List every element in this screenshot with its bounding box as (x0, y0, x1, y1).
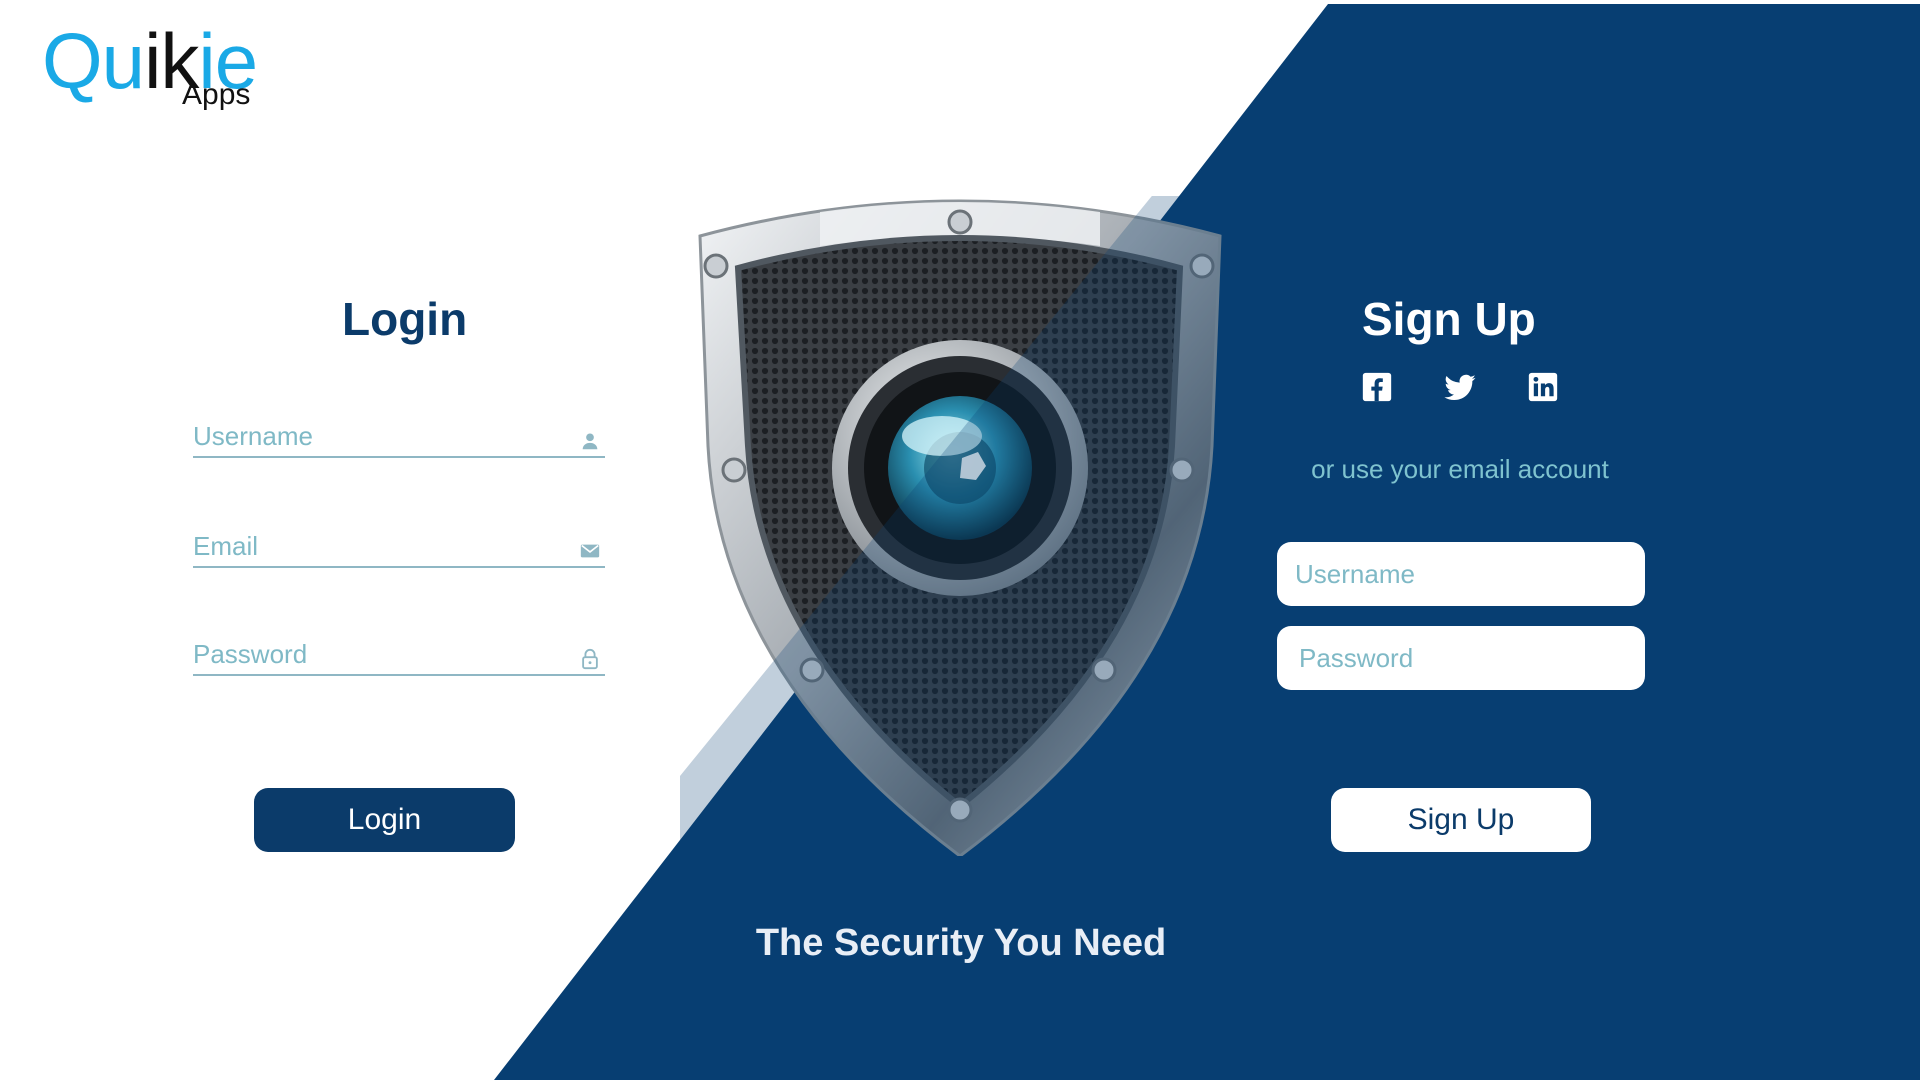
password-placeholder: Password (193, 639, 308, 669)
logo-part-1: Qu (42, 17, 145, 105)
twitter-icon[interactable] (1443, 370, 1477, 404)
mail-icon (579, 540, 601, 562)
signup-username-input[interactable]: Username (1277, 542, 1645, 606)
signup-title: Sign Up (1362, 293, 1536, 345)
lock-icon (579, 648, 601, 670)
login-email-field[interactable]: Email (193, 522, 605, 568)
email-alternative-text: or use your email account (1311, 454, 1609, 484)
login-signup-page: Quikie Apps Login Username Email Passwor… (0, 0, 1920, 1080)
login-password-field[interactable]: Password (193, 630, 605, 676)
signup-button[interactable]: Sign Up (1331, 788, 1591, 852)
login-username-field[interactable]: Username (193, 412, 605, 458)
facebook-icon[interactable] (1360, 370, 1394, 404)
tagline: The Security You Need (755, 922, 1167, 964)
security-shield-image (680, 186, 1280, 896)
login-title: Login (342, 293, 468, 345)
linkedin-icon[interactable] (1526, 370, 1560, 404)
username-placeholder: Username (193, 421, 313, 451)
user-icon (579, 430, 601, 452)
logo-subtitle: Apps (182, 78, 251, 111)
login-button[interactable]: Login (254, 788, 515, 852)
email-placeholder: Email (193, 531, 259, 561)
signup-password-input[interactable]: Password (1277, 626, 1645, 690)
quikie-apps-logo: Quikie Apps (42, 22, 262, 122)
